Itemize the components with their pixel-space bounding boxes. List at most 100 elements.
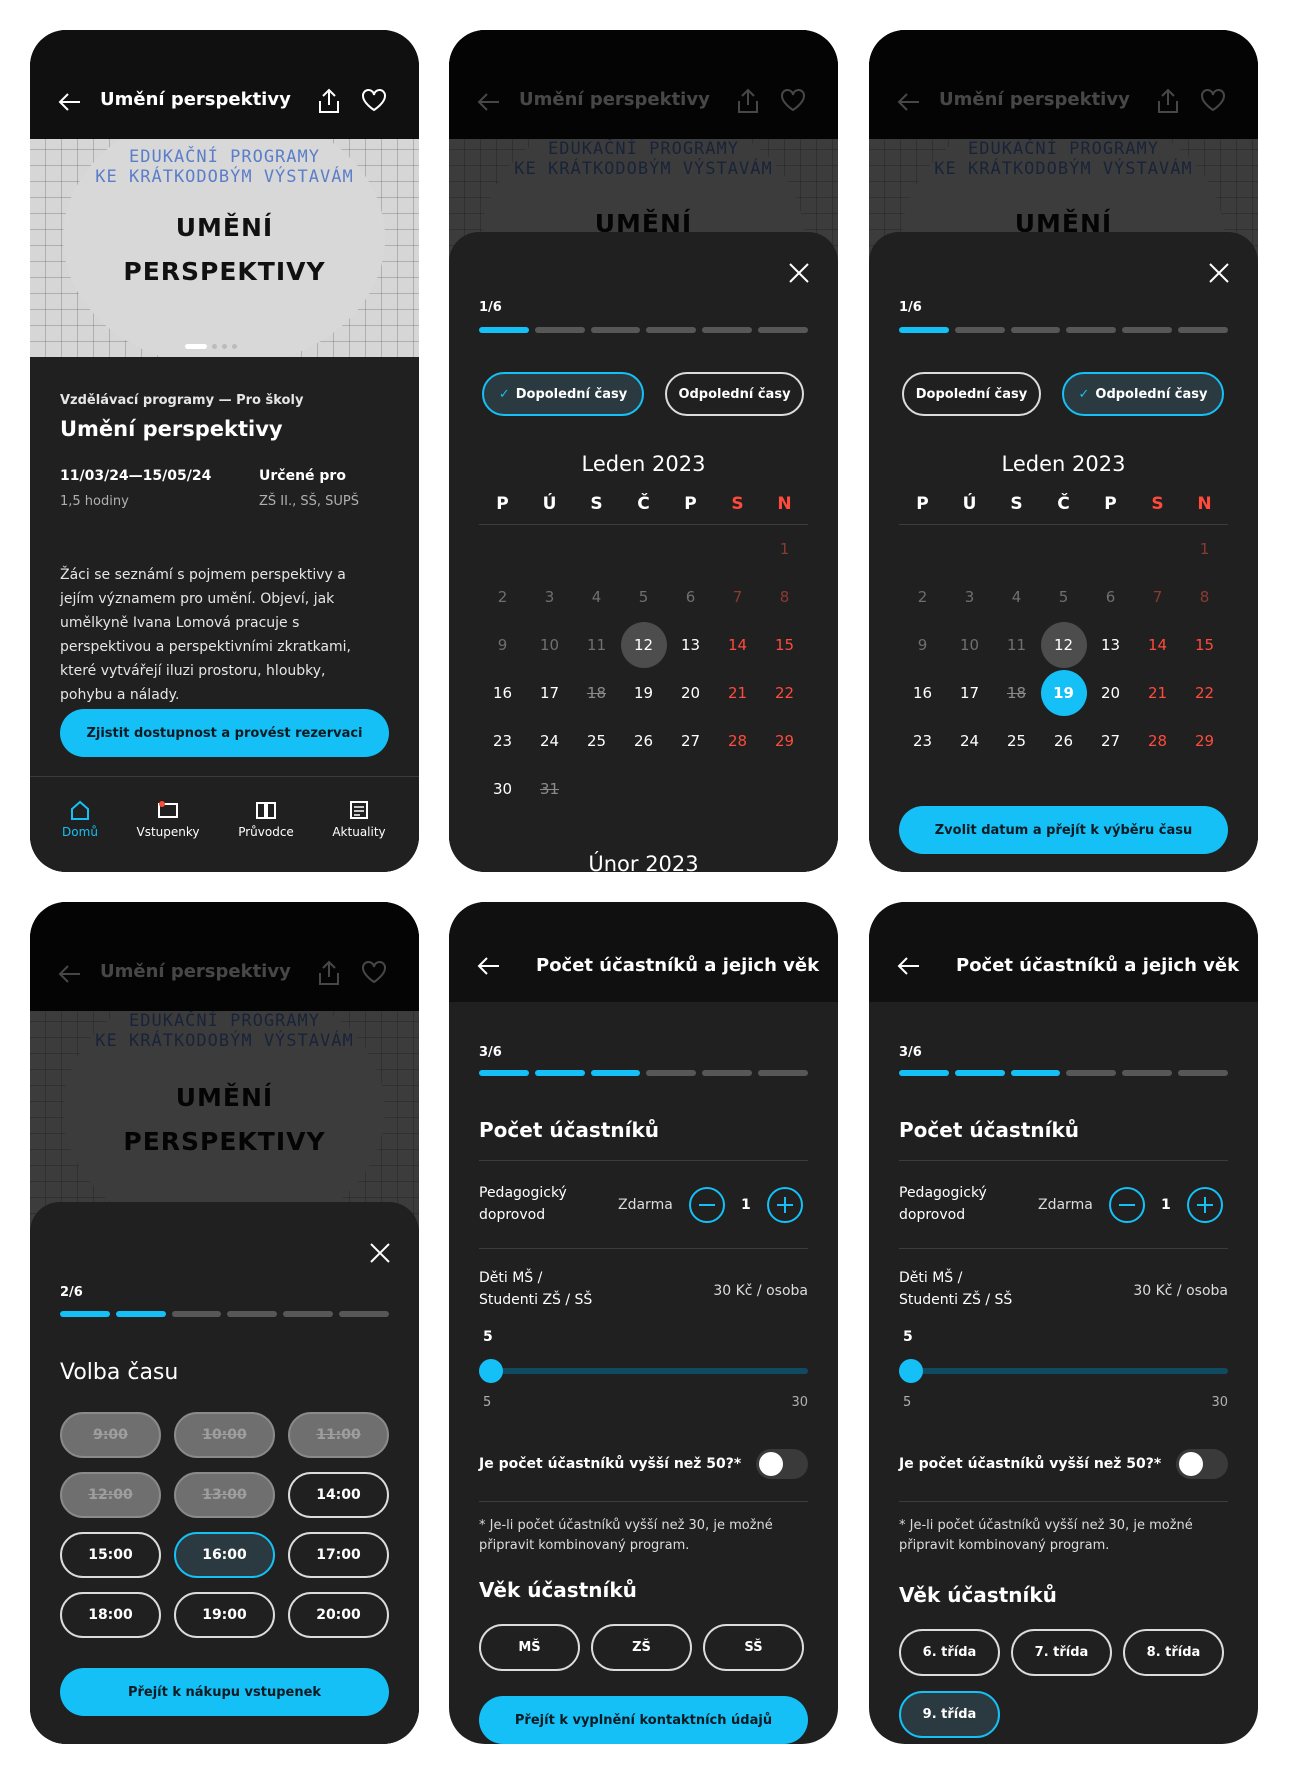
- teacher-label-line1: Pedagogický: [479, 1185, 567, 1201]
- slider-handle[interactable]: [899, 1359, 923, 1383]
- day-cell[interactable]: 17: [946, 684, 993, 702]
- tab-guide[interactable]: Průvodce: [221, 799, 311, 839]
- increment-button[interactable]: [1187, 1187, 1223, 1223]
- day-cell-selected[interactable]: 19: [1040, 670, 1087, 716]
- heart-icon[interactable]: [361, 88, 387, 112]
- day-cell[interactable]: 15: [1181, 636, 1228, 654]
- age-option[interactable]: MŠ: [479, 1624, 580, 1671]
- close-icon[interactable]: [788, 262, 810, 284]
- day-cell[interactable]: 24: [526, 732, 573, 750]
- increment-button[interactable]: [767, 1187, 803, 1223]
- phone-participants-grades: Počet účastníků a jejich věk 3/6 Počet ú…: [869, 902, 1258, 1744]
- check-availability-button[interactable]: Zjistit dostupnost a provést rezervaci: [60, 709, 389, 757]
- day-cell: 11: [586, 636, 607, 654]
- day-cell[interactable]: 29: [761, 732, 808, 750]
- day-cell[interactable]: 19: [620, 684, 667, 702]
- afternoon-times-button[interactable]: Odpolední časy: [665, 372, 804, 416]
- day-cell[interactable]: 16: [899, 684, 946, 702]
- close-icon[interactable]: [1208, 262, 1230, 284]
- participant-slider[interactable]: [899, 1359, 1228, 1383]
- over50-toggle[interactable]: [1176, 1449, 1228, 1479]
- date-sheet: 1/6 ✓ Dopolední časy Odpolední časy Leden…: [449, 232, 838, 872]
- day-cell-today[interactable]: 12: [620, 622, 667, 668]
- day-cell[interactable]: 28: [1134, 732, 1181, 750]
- day-cell[interactable]: 15: [761, 636, 808, 654]
- decrement-button[interactable]: [689, 1187, 725, 1223]
- weekday: Ú: [962, 494, 977, 514]
- morning-times-button[interactable]: ✓ Dopolední časy: [482, 372, 644, 416]
- afternoon-times-button[interactable]: ✓ Odpolední časy: [1062, 372, 1224, 416]
- hero-image: EDUKAČNÍ PROGRAMY KE KRÁTKODOBÝM VÝSTAVÁ…: [30, 139, 419, 357]
- day-cell[interactable]: 23: [899, 732, 946, 750]
- time-slot-selected[interactable]: 16:00: [174, 1532, 275, 1578]
- time-slot[interactable]: 19:00: [174, 1592, 275, 1638]
- age-option[interactable]: SŠ: [703, 1624, 804, 1671]
- day-cell[interactable]: 13: [667, 636, 714, 654]
- day-cell[interactable]: 16: [479, 684, 526, 702]
- day-cell[interactable]: 30: [479, 780, 526, 798]
- time-slot[interactable]: 14:00: [288, 1472, 389, 1518]
- close-icon[interactable]: [369, 1242, 391, 1264]
- day-cell[interactable]: 25: [993, 732, 1040, 750]
- grade-option[interactable]: 7. třída: [1011, 1629, 1112, 1676]
- tab-home[interactable]: Domů: [35, 799, 125, 839]
- day-cell[interactable]: 20: [667, 684, 714, 702]
- weekday: Č: [637, 494, 650, 514]
- grade-option[interactable]: 8. třída: [1123, 1629, 1224, 1676]
- day-cell[interactable]: 21: [1134, 684, 1181, 702]
- time-slot[interactable]: 17:00: [288, 1532, 389, 1578]
- progress-bar: [60, 1311, 389, 1317]
- day-cell[interactable]: 25: [573, 732, 620, 750]
- carousel-dots[interactable]: [185, 344, 237, 349]
- participant-slider[interactable]: [479, 1359, 808, 1383]
- over50-toggle[interactable]: [756, 1449, 808, 1479]
- day-cell[interactable]: 27: [667, 732, 714, 750]
- day-cell[interactable]: 22: [1181, 684, 1228, 702]
- confirm-date-button[interactable]: Zvolit datum a přejít k výběru času: [899, 806, 1228, 854]
- slider-handle[interactable]: [479, 1359, 503, 1383]
- day-cell[interactable]: 24: [946, 732, 993, 750]
- grade-option-selected[interactable]: 9. třída: [899, 1691, 1000, 1738]
- proceed-to-contact-button[interactable]: Přejít k vyplnění kontaktních údajů: [479, 1696, 808, 1744]
- day-cell: 1: [1199, 540, 1210, 558]
- day-cell[interactable]: 21: [714, 684, 761, 702]
- morning-times-button[interactable]: Dopolední časy: [902, 372, 1041, 416]
- grade-option[interactable]: 6. třída: [899, 1629, 1000, 1676]
- share-icon[interactable]: [317, 88, 341, 114]
- day-cell[interactable]: 14: [1134, 636, 1181, 654]
- day-cell[interactable]: 13: [1087, 636, 1134, 654]
- header: Počet účastníků a jejich věk: [449, 902, 838, 1002]
- day-cell[interactable]: 26: [620, 732, 667, 750]
- day-cell-today[interactable]: 12: [1040, 622, 1087, 668]
- day-cell[interactable]: 27: [1087, 732, 1134, 750]
- back-arrow-icon[interactable]: [897, 954, 921, 978]
- day-cell[interactable]: 20: [1087, 684, 1134, 702]
- morning-label: Dopolední časy: [515, 386, 628, 402]
- header: Umění perspektivy: [30, 30, 419, 139]
- day-cell[interactable]: 14: [714, 636, 761, 654]
- time-slot[interactable]: 20:00: [288, 1592, 389, 1638]
- kids-label-line2: Studenti ZŠ / SŠ: [899, 1292, 1013, 1308]
- day-cell[interactable]: 29: [1181, 732, 1228, 750]
- day-cell[interactable]: 28: [714, 732, 761, 750]
- time-slot: 13:00: [174, 1472, 275, 1518]
- tab-tickets[interactable]: Vstupenky: [123, 799, 213, 839]
- over50-label: Je počet účastníků vyšší než 50?*: [479, 1456, 742, 1472]
- step-indicator: 1/6: [899, 300, 922, 315]
- back-arrow-icon[interactable]: [477, 954, 501, 978]
- weekday: S: [731, 494, 744, 514]
- age-option[interactable]: ZŠ: [591, 1624, 692, 1671]
- back-arrow-icon[interactable]: [58, 90, 82, 114]
- day-cell[interactable]: 22: [761, 684, 808, 702]
- time-slot[interactable]: 18:00: [60, 1592, 161, 1638]
- day-cell[interactable]: 17: [526, 684, 573, 702]
- time-slot[interactable]: 15:00: [60, 1532, 161, 1578]
- day-cell[interactable]: 26: [1040, 732, 1087, 750]
- news-icon: [350, 801, 368, 819]
- tab-news[interactable]: Aktuality: [314, 799, 404, 839]
- proceed-to-tickets-button[interactable]: Přejít k nákupu vstupenek: [60, 1668, 389, 1716]
- day-cell[interactable]: 23: [479, 732, 526, 750]
- decrement-button[interactable]: [1109, 1187, 1145, 1223]
- divider: [899, 1160, 1228, 1161]
- over50-label: Je počet účastníků vyšší než 50?*: [899, 1456, 1162, 1472]
